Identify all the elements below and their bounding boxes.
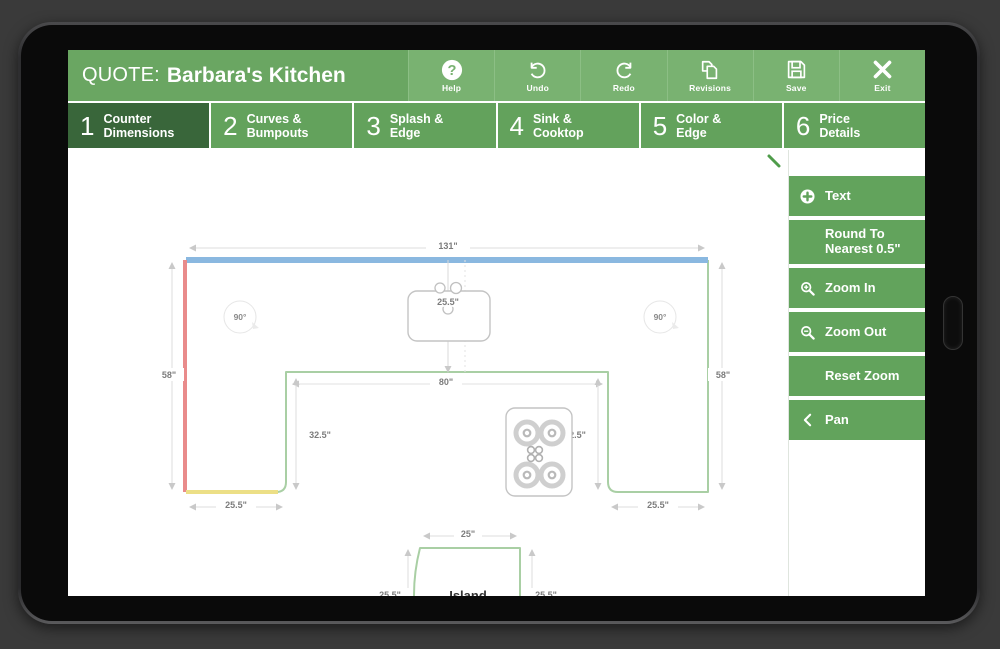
tab-curves-bumpouts[interactable]: 2 Curves & Bumpouts [209,103,353,148]
zoom-in-button[interactable]: Zoom In [789,268,925,310]
tab-number: 1 [80,110,95,141]
round-to-nearest-button[interactable]: Round To Nearest 0.5" [789,220,925,266]
counter-edge-top-blue [186,257,708,263]
tab-counter-dimensions[interactable]: 1 Counter Dimensions [68,103,210,148]
tab-label-line1: Price [819,111,850,126]
tab-color-edge[interactable]: 5 Color & Edge [638,103,782,148]
tab-label-line1: Curves & [246,111,302,126]
tab-label-line1: Color & [676,111,722,126]
quote-name: Barbara's Kitchen [166,63,346,87]
save-icon [786,58,807,81]
dim-label-island-top: 25" [461,529,475,539]
tab-splash-edge[interactable]: 3 Splash & Edge [352,103,496,148]
revisions-icon [699,58,721,81]
chevron-left-icon [799,413,815,427]
dim-label-island-right: 25.5" [535,590,557,596]
revisions-label: Revisions [689,83,732,93]
save-label: Save [785,83,807,93]
angle-label-left: 90° [234,312,247,322]
tab-label-line2: Edge [389,125,421,140]
svg-text:?: ? [447,63,456,79]
island-label: Island [449,588,487,596]
dim-label-sink-width: 25.5" [437,297,459,307]
tab-label-line2: Details [819,125,861,140]
dim-label-island-left: 25.5" [379,590,401,596]
tablet-bezel: QUOTE: Barbara's Kitchen ? Help Undo Red… [21,25,977,621]
reset-zoom-label: Reset Zoom [825,367,900,383]
add-text-label: Text [825,187,851,203]
exit-button[interactable]: Exit [838,50,925,101]
tab-label-line2: Edge [676,125,707,140]
dim-label-left-height: 58" [162,370,176,380]
dim-label-left-leg-depth: 32.5" [309,430,331,440]
tab-sink-cooktop[interactable]: 4 Sink & Cooktop [495,103,639,148]
pan-button[interactable]: Pan [789,400,925,442]
tab-number: 6 [795,110,811,141]
undo-label: Undo [526,83,550,93]
cooktop-fixture[interactable] [505,407,573,497]
quote-title: QUOTE: Barbara's Kitchen [68,50,408,101]
tab-label-line2: Cooktop [532,125,584,140]
island-shape[interactable]: Island 25" 25" 25.5" [370,527,566,596]
angle-label-right: 90° [654,312,667,322]
title-bar: QUOTE: Barbara's Kitchen ? Help Undo Red… [68,50,925,101]
revisions-button[interactable]: Revisions [666,50,753,101]
tab-number: 2 [223,110,238,141]
tab-label-line1: Sink & [532,111,572,126]
help-button[interactable]: ? Help [408,50,495,101]
tab-number: 3 [366,110,381,141]
exit-icon [872,58,893,81]
undo-icon [527,58,549,81]
redo-button[interactable]: Redo [580,50,667,101]
dim-label-inner-span: 80" [439,377,453,387]
reset-zoom-button[interactable]: Reset Zoom [789,356,925,398]
tab-number: 5 [652,110,668,141]
tab-label-line2: Bumpouts [246,125,309,140]
zoom-out-icon [799,325,815,340]
tablet-frame: QUOTE: Barbara's Kitchen ? Help Undo Red… [18,22,980,624]
help-icon: ? [441,58,463,81]
sink-hole-right [449,281,463,295]
save-button[interactable]: Save [752,50,839,101]
add-text-button[interactable]: Text [789,176,925,218]
exit-label: Exit [874,83,891,93]
zoom-in-icon [799,281,815,296]
app-body: 131" 58" 58" 25.5" 25.5" 80" 32.5" 32.5"… [68,148,925,596]
plus-circle-icon [799,188,815,204]
tab-price-details[interactable]: 6 Price Details [781,103,925,148]
home-button[interactable] [943,296,963,350]
zoom-out-button[interactable]: Zoom Out [789,312,925,354]
redo-icon [613,58,635,81]
dim-label-top-overall: 131" [438,241,457,251]
tools-side-panel: Text Round To Nearest 0.5" Zoom In Zoom … [788,150,925,596]
round-to-nearest-label: Round To Nearest 0.5" [825,226,901,256]
dim-label-right-height: 58" [716,370,730,380]
counter-drawing-canvas[interactable]: 131" 58" 58" 25.5" 25.5" 80" 32.5" 32.5"… [68,150,788,596]
pan-label: Pan [825,411,849,427]
zoom-in-label: Zoom In [825,279,876,295]
quote-label: QUOTE: [82,64,160,86]
dim-label-bottom-right-depth: 25.5" [647,500,669,510]
tab-label-line1: Counter [103,111,152,126]
sink-hole-left [434,282,446,294]
dim-label-bottom-left-depth: 25.5" [225,500,247,510]
tab-number: 4 [509,110,524,141]
pan-handle-icon[interactable] [766,153,782,169]
step-tabs: 1 Counter Dimensions 2 Curves & Bumpouts 3… [68,101,925,148]
tab-label-line1: Splash & [389,111,444,126]
help-label: Help [441,83,462,93]
redo-label: Redo [612,83,635,93]
app-screen: QUOTE: Barbara's Kitchen ? Help Undo Red… [68,50,925,596]
tab-label-line2: Dimensions [103,125,175,140]
undo-button[interactable]: Undo [494,50,581,101]
zoom-out-label: Zoom Out [825,323,887,339]
counter-edge-bottom-yellow [186,490,278,494]
